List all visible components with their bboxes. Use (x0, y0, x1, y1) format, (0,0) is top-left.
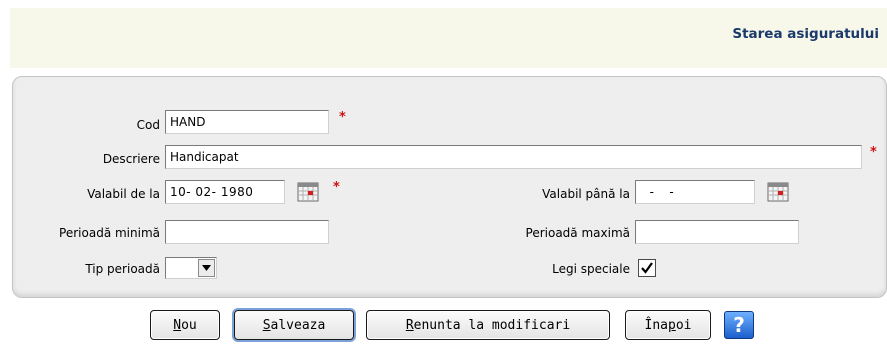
valabil-de-la-required-mark: * (333, 180, 340, 195)
valabil-de-la-input[interactable]: 10- 02- 1980 (165, 180, 285, 204)
header-bar: Starea asiguratului (10, 8, 887, 68)
calendar-icon[interactable] (297, 182, 319, 202)
page-title: Starea asiguratului (732, 26, 879, 42)
valabil-de-la-label: Valabil de la (87, 187, 160, 201)
legi-speciale-label: Legi speciale (552, 262, 630, 276)
legi-speciale-checkbox[interactable] (638, 259, 656, 277)
nou-button[interactable]: Nou (150, 310, 220, 340)
help-icon[interactable]: ? (724, 311, 754, 339)
perioada-maxima-input[interactable] (635, 220, 799, 244)
calendar-icon[interactable] (767, 182, 789, 202)
salveaza-button[interactable]: Salveaza (234, 310, 354, 340)
tip-perioada-select[interactable] (165, 257, 217, 279)
cod-input[interactable]: HAND (165, 110, 329, 134)
descriere-label: Descriere (102, 152, 160, 166)
valabil-pana-la-input[interactable]: - - (635, 180, 755, 204)
perioada-minima-input[interactable] (165, 220, 329, 244)
checkmark-icon (641, 262, 653, 274)
inapoi-button[interactable]: Îna p oi (625, 310, 711, 340)
descriere-required-mark: * (870, 145, 877, 160)
tip-perioada-label: Tip perioadă (85, 262, 160, 276)
cod-label: Cod (136, 118, 160, 132)
valabil-pana-la-label: Valabil până la (542, 187, 630, 201)
perioada-maxima-label: Perioadă maximă (525, 226, 630, 240)
descriere-input[interactable]: Handicapat (165, 145, 862, 169)
chevron-down-icon[interactable] (198, 259, 215, 277)
renunta-button[interactable]: Renunta la modificari (366, 310, 610, 340)
cod-required-mark: * (339, 110, 346, 125)
perioada-minima-label: Perioadă minimă (59, 226, 160, 240)
